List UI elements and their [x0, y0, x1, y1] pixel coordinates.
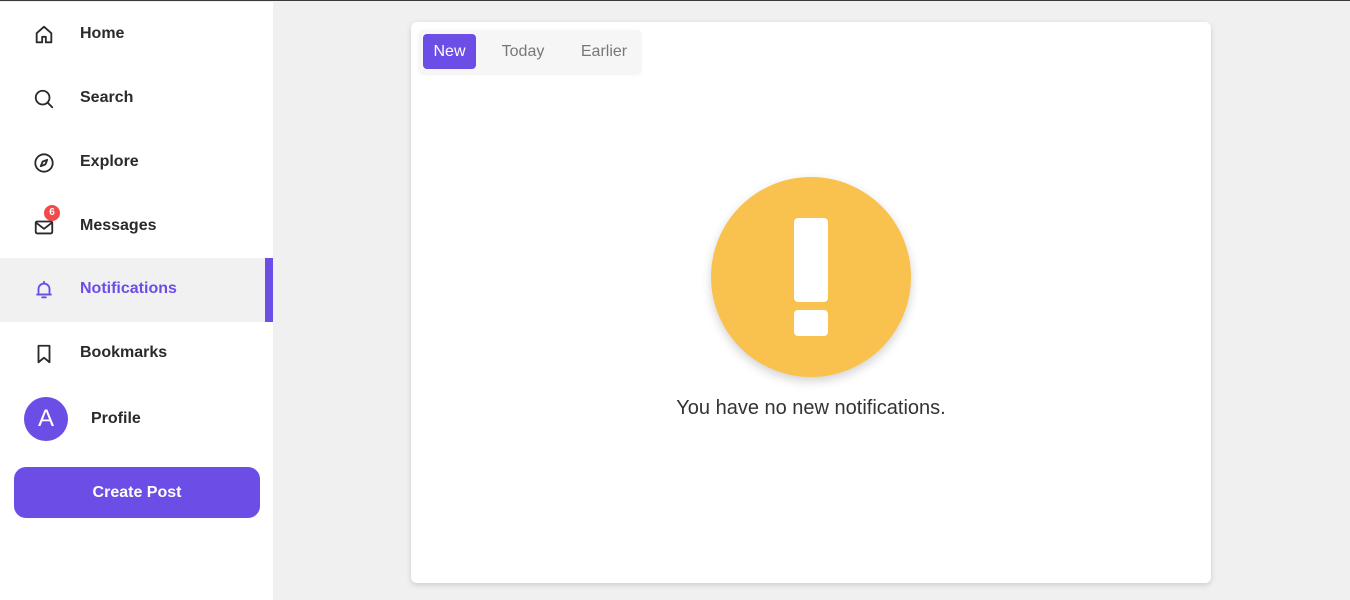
sidebar-item-label: Notifications [80, 280, 177, 297]
exclamation-dot [794, 310, 828, 336]
compass-icon [32, 151, 56, 175]
create-post-button[interactable]: Create Post [14, 467, 260, 518]
sidebar-item-label: Bookmarks [80, 344, 168, 361]
sidebar-item-label: Explore [80, 153, 139, 170]
tab-earlier[interactable]: Earlier [569, 34, 639, 69]
notifications-panel: New Today Earlier You have no new notifi… [411, 22, 1211, 583]
sidebar-item-explore[interactable]: Explore [0, 131, 273, 195]
sidebar-item-bookmarks[interactable]: Bookmarks [0, 322, 273, 386]
empty-state-message: You have no new notifications. [676, 397, 946, 419]
tab-new[interactable]: New [423, 34, 476, 69]
sidebar-item-label: Search [80, 89, 134, 106]
profile-label[interactable]: Profile [91, 410, 141, 428]
sidebar-item-label: Home [80, 25, 125, 42]
notification-tabs: New Today Earlier [419, 30, 641, 73]
avatar[interactable]: A [24, 397, 68, 441]
sidebar-item-messages[interactable]: 6 Messages [0, 195, 273, 259]
sidebar-item-home[interactable]: Home [0, 3, 273, 67]
active-indicator [265, 258, 273, 322]
messages-badge: 6 [44, 205, 60, 221]
home-icon [32, 23, 56, 47]
sidebar-item-search[interactable]: Search [0, 67, 273, 131]
bell-icon [32, 278, 56, 302]
exclamation-icon [711, 177, 911, 377]
tab-today[interactable]: Today [491, 34, 555, 69]
exclamation-bar [794, 218, 828, 302]
search-icon [32, 87, 56, 111]
sidebar: Home Search Explore 6 Messages Notificat… [0, 2, 273, 600]
sidebar-item-notifications[interactable]: Notifications [0, 258, 273, 322]
sidebar-item-label: Messages [80, 217, 157, 234]
bookmark-icon [32, 342, 56, 366]
